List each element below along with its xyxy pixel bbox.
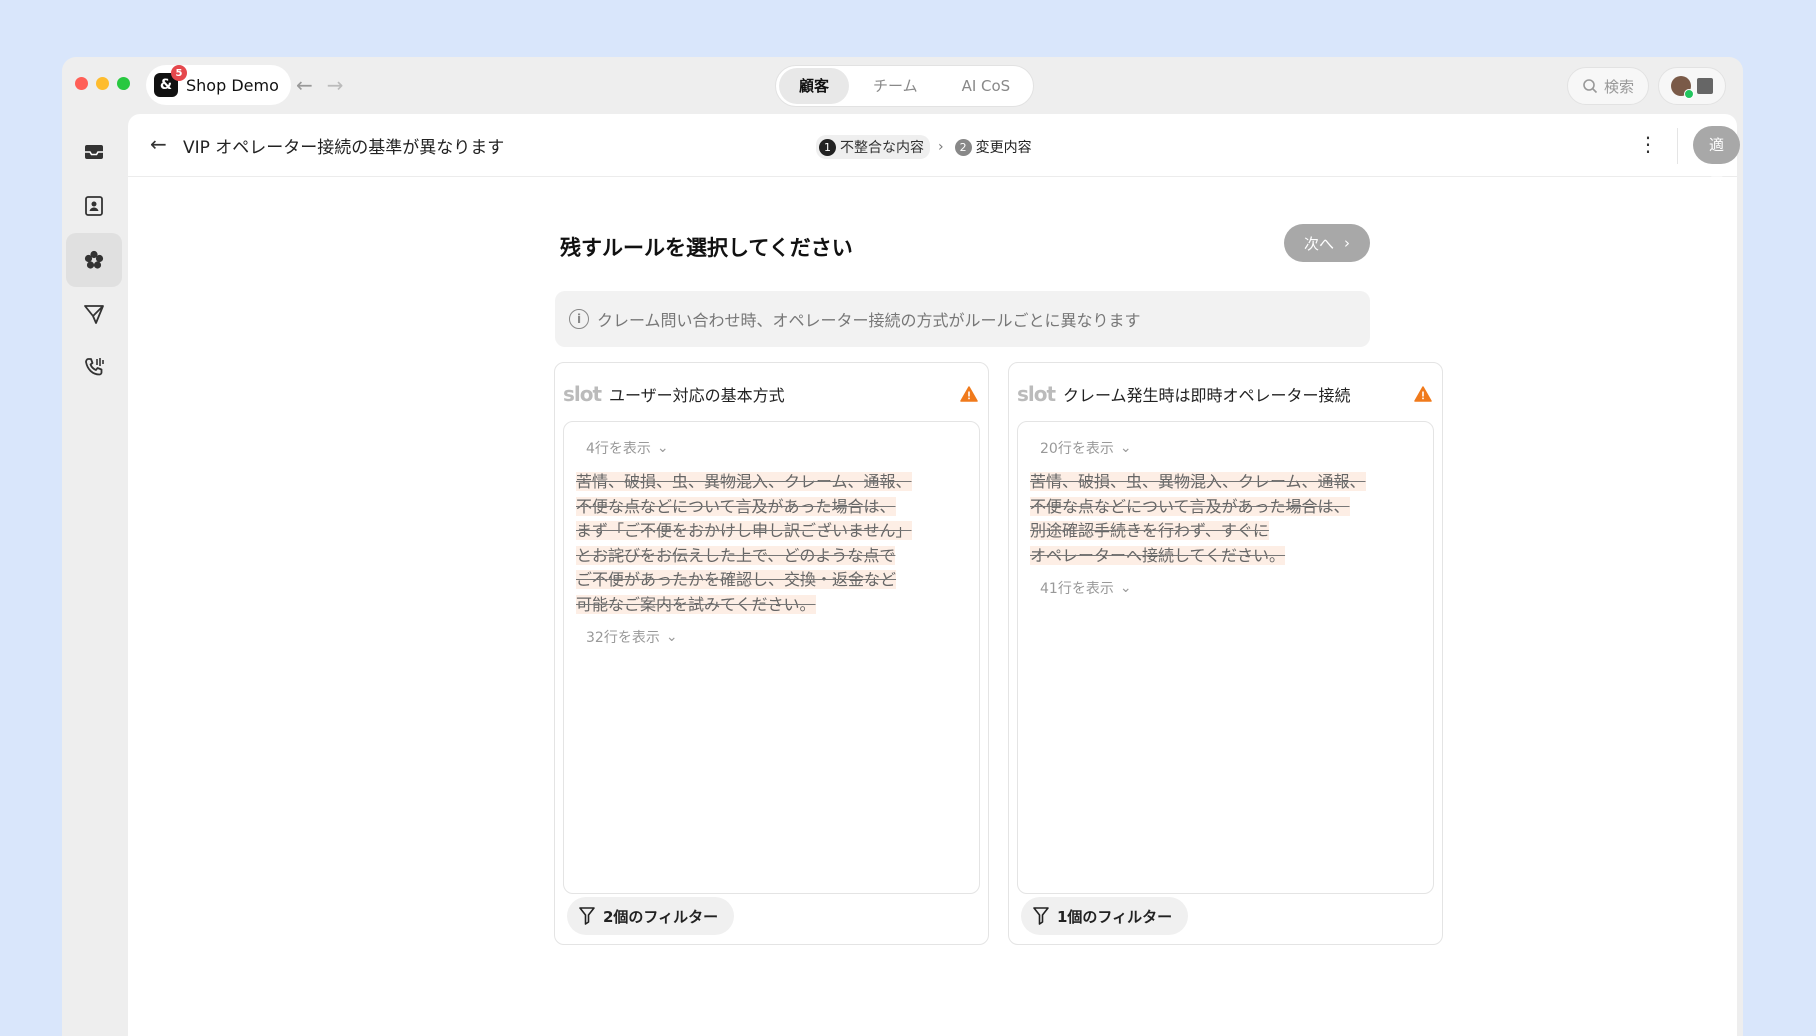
- expand-lines-button[interactable]: 4行を表示 ⌄: [576, 436, 967, 460]
- removed-line: オペレーターへ接続してください。: [1030, 545, 1286, 565]
- back-nav-icon[interactable]: ←: [296, 73, 313, 97]
- rule-card-immediate-operator[interactable]: slot クレーム発生時は即時オペレーター接続 20行を表示 ⌄ 苦情、破損、虫…: [1008, 362, 1443, 945]
- step-label: 変更内容: [975, 140, 1032, 156]
- expand-label: 4行を表示: [586, 441, 651, 457]
- minimize-window-button[interactable]: [96, 77, 109, 90]
- back-arrow-icon[interactable]: ←: [150, 132, 167, 156]
- expand-lines-button[interactable]: 41行を表示 ⌄: [1030, 576, 1421, 600]
- removed-line: ご不便があったかを確認し、交換・返金など: [576, 570, 897, 589]
- top-tabs: 顧客 チーム AI CoS: [775, 65, 1035, 107]
- page-title: VIP オペレーター接続の基準が異なります: [183, 138, 505, 158]
- step-number: 1: [819, 138, 836, 156]
- card-title: クレーム発生時は即時オペレーター接続: [1063, 386, 1351, 405]
- search-label: 検索: [1604, 77, 1635, 96]
- filter-icon: [1033, 907, 1049, 925]
- contact-card-icon: [85, 196, 103, 216]
- filter-button[interactable]: 1個のフィルター: [1021, 897, 1189, 935]
- app-logo-icon: & 5: [154, 65, 187, 97]
- chevron-right-icon: ›: [1344, 234, 1350, 252]
- filter-label: 1個のフィルター: [1057, 907, 1173, 926]
- info-banner: i クレーム問い合わせ時、オペレーター接続の方式がルールごとに異なります: [555, 291, 1370, 347]
- filter-button[interactable]: 2個のフィルター: [567, 897, 735, 935]
- next-label: 次へ: [1303, 234, 1334, 253]
- avatar: [1671, 76, 1694, 99]
- step-changes[interactable]: 2 変更内容: [952, 135, 1038, 159]
- divider: [1677, 128, 1678, 164]
- warning-icon: [960, 386, 978, 402]
- sidebar-item-ai-rules[interactable]: [66, 233, 122, 287]
- maximize-window-button[interactable]: [117, 77, 130, 90]
- removed-line: 別途確認手続きを行わず、すぐに: [1030, 521, 1269, 540]
- removed-text: 苦情、破損、虫、異物混入、クレーム、通報、 不便な点などについて言及があった場合…: [1030, 470, 1421, 568]
- expand-lines-button[interactable]: 20行を表示 ⌄: [1030, 436, 1421, 460]
- rule-card-basic[interactable]: slot ユーザー対応の基本方式 4行を表示 ⌄ 苦情、破損、虫、異物混入、クレ…: [554, 362, 989, 945]
- removed-line: とお詫びをお伝えした上で、どのような点で: [576, 545, 896, 565]
- search-button[interactable]: 検索: [1567, 67, 1650, 105]
- chevron-down-icon: ⌄: [665, 629, 678, 645]
- section-heading: 残すルールを選択してください: [560, 236, 853, 260]
- workspace-switcher[interactable]: & 5 Shop Demo: [146, 65, 291, 105]
- slot-logo-icon: slot: [563, 382, 602, 406]
- next-button[interactable]: 次へ ›: [1284, 224, 1370, 262]
- sidebar-item-campaigns[interactable]: [66, 287, 122, 341]
- main-panel: ← VIP オペレーター接続の基準が異なります 1 不整合な内容 › 2 変更内…: [128, 114, 1741, 1036]
- chevron-right-icon: ›: [938, 139, 944, 155]
- close-window-button[interactable]: [75, 77, 88, 90]
- card-header: slot ユーザー対応の基本方式: [563, 381, 978, 407]
- expand-lines-button[interactable]: 32行を表示 ⌄: [576, 625, 967, 649]
- warning-icon: [1414, 386, 1432, 402]
- removed-line: 可能なご案内を試みてください。: [576, 594, 816, 614]
- filter-label: 2個のフィルター: [603, 907, 719, 926]
- organization-icon: [1697, 78, 1713, 94]
- app-window: & 5 Shop Demo ← → 顧客 チーム AI CoS 検索 ← VIP…: [62, 57, 1743, 1036]
- page-header: ← VIP オペレーター接続の基準が異なります 1 不整合な内容 › 2 変更内…: [128, 114, 1741, 268]
- sidebar-item-inbox[interactable]: [66, 125, 122, 179]
- step-label: 不整合な内容: [840, 140, 924, 156]
- inbox-icon: [85, 145, 103, 159]
- removed-text: 苦情、破損、虫、異物混入、クレーム、通報、 不便な点などについて言及があった場合…: [576, 470, 967, 617]
- window-controls: [75, 77, 130, 90]
- step-inconsistent[interactable]: 1 不整合な内容: [816, 135, 930, 159]
- expand-label: 20行を表示: [1040, 441, 1114, 457]
- expand-label: 41行を表示: [1040, 581, 1114, 597]
- rule-content: 20行を表示 ⌄ 苦情、破損、虫、異物混入、クレーム、通報、 不便な点などについ…: [1017, 421, 1434, 894]
- search-icon: [1583, 79, 1598, 94]
- chevron-down-icon: ⌄: [656, 440, 669, 456]
- stepper: 1 不整合な内容 › 2 変更内容: [816, 135, 1038, 159]
- tab-customers[interactable]: 顧客: [779, 68, 850, 104]
- removed-line: まず「ご不便をおかけし申し訳ございません」: [576, 521, 912, 540]
- card-title: ユーザー対応の基本方式: [609, 386, 785, 405]
- forward-nav-icon[interactable]: →: [327, 73, 344, 97]
- info-icon: i: [569, 309, 589, 329]
- history-nav: ← →: [296, 73, 344, 97]
- sidebar-item-contacts[interactable]: [66, 179, 122, 233]
- sidebar: [66, 125, 122, 395]
- profile-button[interactable]: [1658, 67, 1726, 105]
- chevron-down-icon: ⌄: [1119, 580, 1132, 596]
- filter-icon: [579, 907, 595, 925]
- card-header: slot クレーム発生時は即時オペレーター接続: [1017, 381, 1432, 407]
- tab-ai-cos[interactable]: AI CoS: [942, 68, 1031, 104]
- rule-content: 4行を表示 ⌄ 苦情、破損、虫、異物混入、クレーム、通報、 不便な点などについて…: [563, 421, 980, 894]
- send-icon: [84, 305, 104, 324]
- step-number: 2: [954, 138, 972, 156]
- flower-icon: [84, 250, 104, 269]
- removed-line: 不便な点などについて言及があった場合は、: [576, 496, 896, 516]
- sidebar-item-calls[interactable]: [66, 341, 122, 395]
- more-options-icon[interactable]: ⋮: [1638, 132, 1658, 156]
- workspace-name: Shop Demo: [186, 75, 279, 95]
- tab-team[interactable]: チーム: [853, 68, 938, 104]
- notification-badge: 5: [171, 65, 187, 81]
- removed-line: 苦情、破損、虫、異物混入、クレーム、通報、: [576, 472, 912, 491]
- info-text: クレーム問い合わせ時、オペレーター接続の方式がルールごとに異なります: [597, 311, 1141, 330]
- removed-line: 不便な点などについて言及があった場合は、: [1030, 496, 1350, 516]
- removed-line: 苦情、破損、虫、異物混入、クレーム、通報、: [1030, 472, 1366, 491]
- expand-label: 32行を表示: [586, 630, 660, 646]
- chevron-down-icon: ⌄: [1119, 440, 1132, 456]
- slot-logo-icon: slot: [1017, 382, 1056, 406]
- apply-button[interactable]: 適用する: [1693, 126, 1741, 268]
- phone-icon: [85, 358, 104, 376]
